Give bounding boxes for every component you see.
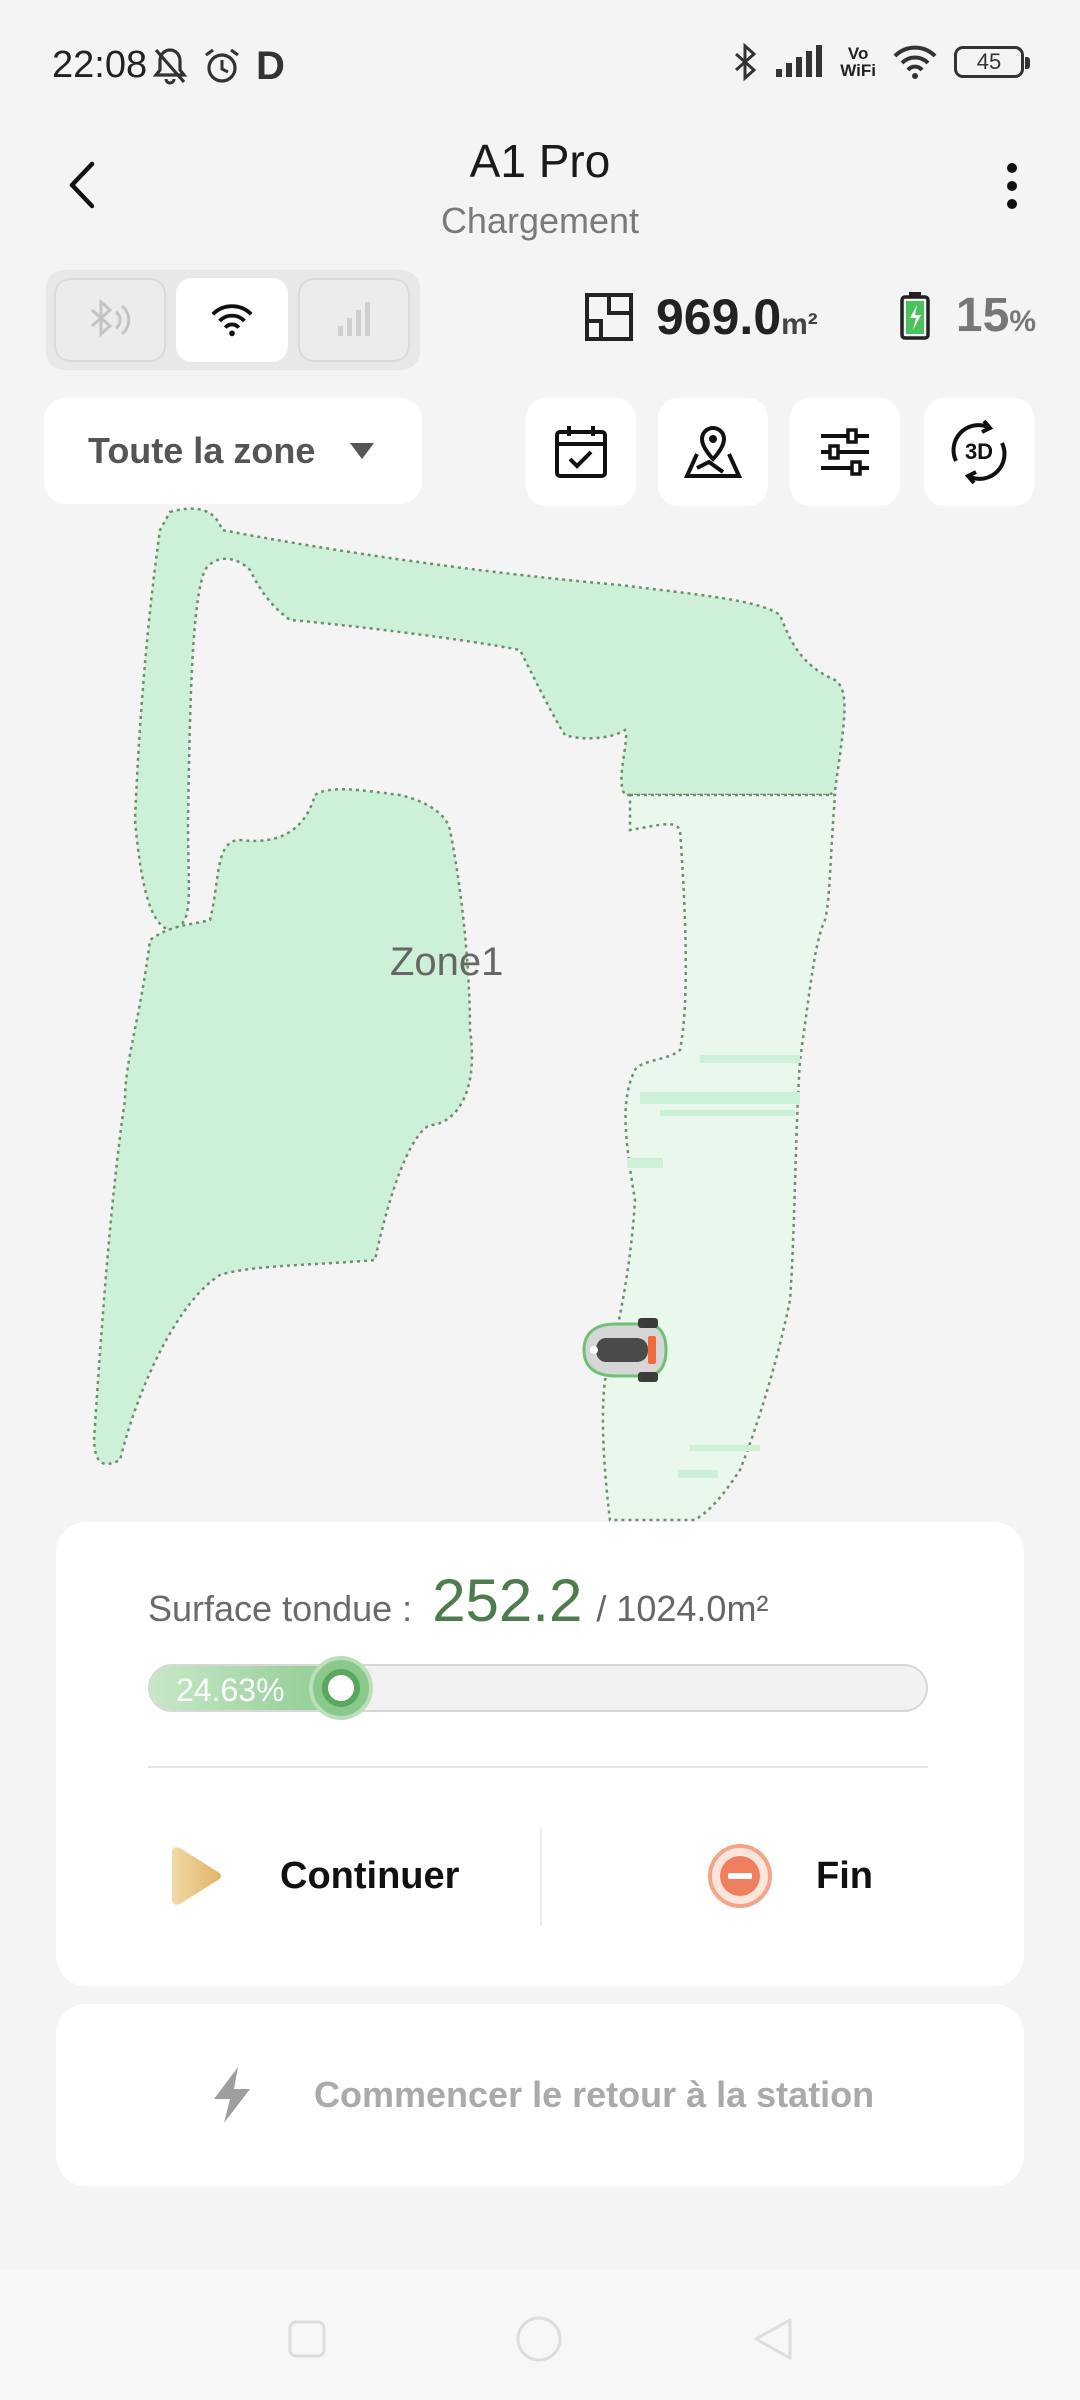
- continue-button[interactable]: Continuer: [168, 1826, 459, 1926]
- end-label: Fin: [816, 1854, 873, 1897]
- progress-bar: 24.63%: [148, 1656, 928, 1720]
- wifi-status-icon: [892, 40, 938, 84]
- status-right-icons: Vo WiFi 45: [732, 40, 1030, 84]
- lightning-icon: [214, 2067, 250, 2123]
- return-to-station-label: Commencer le retour à la station: [314, 2074, 875, 2115]
- page-title: A1 Pro: [469, 135, 611, 187]
- more-vertical-icon: [1007, 163, 1017, 209]
- mowing-stripe: [690, 1445, 760, 1451]
- mowing-stripe: [660, 1110, 795, 1116]
- vowifi-top-text: Vo: [847, 44, 869, 63]
- wifi-mode-button[interactable]: [176, 278, 288, 362]
- battery-stat: 15%: [900, 288, 1036, 343]
- vowifi-icon: Vo WiFi: [840, 40, 876, 84]
- calendar-check-icon: [555, 426, 607, 478]
- square-icon: [288, 2320, 326, 2358]
- battery-unit: %: [1009, 305, 1036, 338]
- map-pin-icon: [683, 425, 743, 478]
- battery-status-text: 45: [976, 49, 1002, 74]
- 3d-view-label: 3D: [965, 439, 993, 464]
- action-divider: [540, 1828, 542, 1926]
- mowing-stripe: [678, 1470, 718, 1478]
- mowing-stripe: [700, 1055, 800, 1063]
- mowing-stripe: [627, 1158, 663, 1168]
- mowed-area-label: Surface tondue :: [148, 1588, 413, 1629]
- area-unit: m²: [781, 308, 818, 341]
- d-app-icon: D: [256, 43, 285, 88]
- mowed-area-total: / 1024.0m²: [596, 1588, 769, 1629]
- bluetooth-status-icon: [732, 40, 758, 84]
- more-options-button[interactable]: [984, 156, 1040, 216]
- 3d-view-icon: 3D: [951, 419, 1007, 485]
- cellular-icon: [338, 302, 370, 336]
- status-time: 22:08: [52, 44, 148, 86]
- recent-apps-button[interactable]: [282, 2314, 332, 2364]
- map-canvas: [92, 507, 846, 1522]
- triangle-back-icon: [754, 2318, 792, 2360]
- system-nav-bar: [0, 2270, 1080, 2400]
- circle-icon: [516, 2316, 562, 2362]
- stop-minus-icon: [708, 1844, 772, 1908]
- alarm-icon: [202, 44, 242, 88]
- page-subtitle: Chargement: [440, 200, 640, 241]
- vowifi-bottom-text: WiFi: [840, 61, 876, 80]
- area-value: 969.0: [656, 289, 782, 345]
- bell-off-icon: [152, 44, 188, 88]
- zone-selector-dropdown[interactable]: Toute la zone: [44, 398, 422, 504]
- mowing-progress-card: Surface tondue : 252.2 / 1024.0m² 24.63%…: [56, 1522, 1024, 1986]
- battery-status-icon: 45: [954, 46, 1030, 78]
- right-strip-outline: [601, 793, 837, 1522]
- wifi-icon: [211, 304, 253, 337]
- settings-sliders-icon: [821, 428, 869, 476]
- caret-down-icon: [350, 443, 375, 459]
- battery-value: 15: [955, 289, 1010, 342]
- cellular-mode-button[interactable]: [298, 278, 410, 362]
- map-edit-button[interactable]: [658, 398, 768, 506]
- progress-percent: 24.63%: [176, 1672, 285, 1708]
- back-nav-button[interactable]: [748, 2314, 798, 2364]
- end-button[interactable]: Fin: [706, 1826, 873, 1926]
- floor-plan-icon: [585, 293, 633, 341]
- card-divider: [148, 1766, 928, 1768]
- return-to-station-button[interactable]: Commencer le retour à la station: [56, 2004, 1024, 2186]
- robot-mower-icon[interactable]: [578, 1316, 674, 1384]
- bluetooth-mode-button[interactable]: [54, 278, 166, 362]
- area-stat: 969.0m²: [584, 288, 818, 346]
- home-button[interactable]: [514, 2314, 564, 2364]
- 3d-view-button[interactable]: 3D: [924, 398, 1034, 506]
- connection-mode-selector: [46, 270, 420, 370]
- progress-knob[interactable]: [309, 1656, 374, 1720]
- continue-label: Continuer: [280, 1854, 460, 1897]
- status-bar: 22:08 D Vo WiFi 45: [0, 0, 1080, 130]
- battery-charging-icon: [900, 291, 930, 340]
- bluetooth-icon: [91, 298, 131, 338]
- mowed-area-value: 252.2: [432, 1567, 583, 1634]
- mowed-area-row: Surface tondue : 252.2 / 1024.0m²: [148, 1566, 768, 1635]
- play-icon: [172, 1847, 221, 1905]
- schedule-button[interactable]: [526, 398, 636, 506]
- mowing-stripe: [640, 1092, 800, 1104]
- settings-button[interactable]: [790, 398, 900, 506]
- lawn-map[interactable]: Zone1: [0, 500, 1080, 1530]
- zone-label: Zone1: [390, 940, 504, 984]
- status-left-icons: D: [152, 44, 285, 88]
- signal-icon: [774, 40, 824, 84]
- zone-selector-label: Toute la zone: [88, 430, 316, 471]
